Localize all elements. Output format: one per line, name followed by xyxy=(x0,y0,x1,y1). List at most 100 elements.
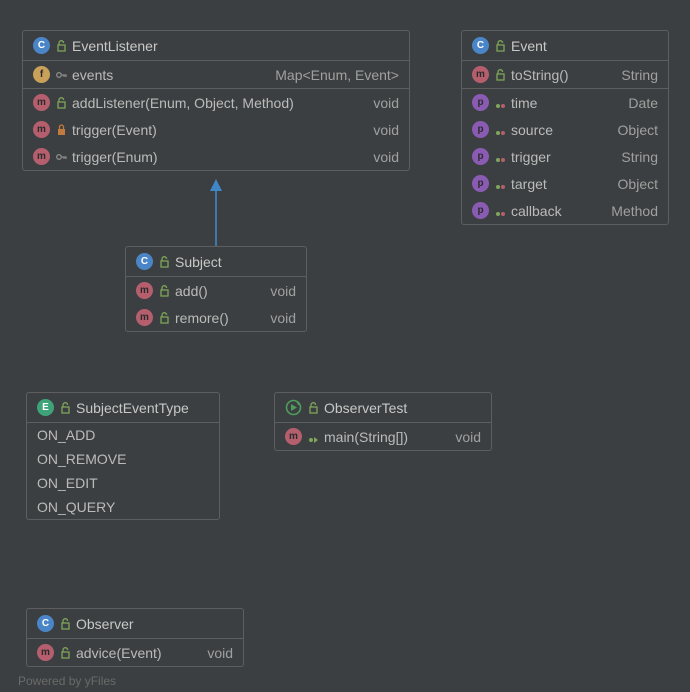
key-icon xyxy=(56,69,66,81)
member-type: void xyxy=(373,95,399,111)
member-name: add() xyxy=(175,283,208,299)
class-observer[interactable]: C Observer m advice(Event) void xyxy=(26,608,244,667)
method-row[interactable]: m trigger(Enum) void xyxy=(23,143,409,170)
class-icon: C xyxy=(33,37,50,54)
method-icon: m xyxy=(472,66,489,83)
member-name: trigger xyxy=(511,149,551,165)
member-type: Object xyxy=(618,176,658,192)
property-icon: p xyxy=(472,94,489,111)
unlock-icon xyxy=(495,69,505,81)
unlock-icon xyxy=(159,285,169,297)
field-icon: f xyxy=(33,66,50,83)
enum-value[interactable]: ON_EDIT xyxy=(27,471,219,495)
member-name: main(String[]) xyxy=(324,429,408,445)
class-event-listener[interactable]: C EventListener f events Map<Enum, Event… xyxy=(22,30,410,171)
member-type: void xyxy=(270,310,296,326)
member-type: Date xyxy=(628,95,658,111)
class-header: E SubjectEventType xyxy=(27,393,219,423)
member-name: trigger(Enum) xyxy=(72,149,158,165)
class-icon: C xyxy=(136,253,153,270)
class-title: SubjectEventType xyxy=(76,400,189,416)
method-row[interactable]: m main(String[]) void xyxy=(275,423,491,450)
member-type: void xyxy=(455,429,481,445)
class-header: C Observer xyxy=(27,609,243,639)
member-name: advice(Event) xyxy=(76,645,162,661)
method-icon: m xyxy=(37,644,54,661)
property-row[interactable]: p callback Method xyxy=(462,197,668,224)
inheritance-arrow xyxy=(208,179,228,249)
member-type: String xyxy=(621,149,658,165)
method-icon: m xyxy=(33,148,50,165)
unlock-icon xyxy=(308,402,318,414)
class-title: Subject xyxy=(175,254,222,270)
member-type: void xyxy=(270,283,296,299)
method-icon: m xyxy=(285,428,302,445)
member-type: Object xyxy=(618,122,658,138)
rw-icon xyxy=(495,178,505,190)
member-name: toString() xyxy=(511,67,569,83)
property-row[interactable]: p trigger String xyxy=(462,143,668,170)
class-event[interactable]: C Event m toString() String p time Date … xyxy=(461,30,669,225)
footer-credit: Powered by yFiles xyxy=(18,674,116,688)
unlock-icon xyxy=(56,40,66,52)
member-name: trigger(Event) xyxy=(72,122,157,138)
method-icon: m xyxy=(33,94,50,111)
unlock-icon xyxy=(159,312,169,324)
enum-value[interactable]: ON_ADD xyxy=(27,423,219,447)
property-row[interactable]: p target Object xyxy=(462,170,668,197)
rw-icon xyxy=(495,124,505,136)
rw-icon xyxy=(495,205,505,217)
method-icon: m xyxy=(33,121,50,138)
enum-subject-event-type[interactable]: E SubjectEventType ON_ADD ON_REMOVE ON_E… xyxy=(26,392,220,520)
enum-value[interactable]: ON_REMOVE xyxy=(27,447,219,471)
member-name: remore() xyxy=(175,310,229,326)
property-row[interactable]: p time Date xyxy=(462,89,668,116)
class-title: Observer xyxy=(76,616,134,632)
member-type: Map<Enum, Event> xyxy=(275,67,399,83)
method-row[interactable]: m toString() String xyxy=(462,61,668,89)
class-subject[interactable]: C Subject m add() void m remore() void xyxy=(125,246,307,332)
rw-icon xyxy=(495,151,505,163)
member-name: addListener(Enum, Object, Method) xyxy=(72,95,294,111)
run-icon xyxy=(308,431,318,443)
method-row[interactable]: m add() void xyxy=(126,277,306,304)
method-icon: m xyxy=(136,309,153,326)
member-name: callback xyxy=(511,203,562,219)
class-icon: C xyxy=(37,615,54,632)
unlock-icon xyxy=(60,402,70,414)
unlock-icon xyxy=(60,618,70,630)
runnable-class-icon xyxy=(285,399,302,416)
class-header: ObserverTest xyxy=(275,393,491,423)
method-row[interactable]: m advice(Event) void xyxy=(27,639,243,666)
lock-icon xyxy=(56,124,66,136)
class-title: ObserverTest xyxy=(324,400,407,416)
property-icon: p xyxy=(472,148,489,165)
member-name: source xyxy=(511,122,553,138)
class-header: C EventListener xyxy=(23,31,409,61)
unlock-icon xyxy=(60,647,70,659)
enum-icon: E xyxy=(37,399,54,416)
member-name: target xyxy=(511,176,547,192)
class-observer-test[interactable]: ObserverTest m main(String[]) void xyxy=(274,392,492,451)
class-header: C Event xyxy=(462,31,668,61)
unlock-icon xyxy=(495,40,505,52)
rw-icon xyxy=(495,97,505,109)
enum-value[interactable]: ON_QUERY xyxy=(27,495,219,519)
unlock-icon xyxy=(159,256,169,268)
method-row[interactable]: m remore() void xyxy=(126,304,306,331)
unlock-icon xyxy=(56,97,66,109)
field-row[interactable]: f events Map<Enum, Event> xyxy=(23,61,409,89)
member-type: void xyxy=(373,122,399,138)
member-type: Method xyxy=(611,203,658,219)
method-row[interactable]: m addListener(Enum, Object, Method) void xyxy=(23,89,409,116)
method-row[interactable]: m trigger(Event) void xyxy=(23,116,409,143)
member-type: String xyxy=(621,67,658,83)
property-icon: p xyxy=(472,175,489,192)
member-type: void xyxy=(373,149,399,165)
class-icon: C xyxy=(472,37,489,54)
class-title: EventListener xyxy=(72,38,158,54)
property-row[interactable]: p source Object xyxy=(462,116,668,143)
method-icon: m xyxy=(136,282,153,299)
property-icon: p xyxy=(472,202,489,219)
member-name: events xyxy=(72,67,113,83)
